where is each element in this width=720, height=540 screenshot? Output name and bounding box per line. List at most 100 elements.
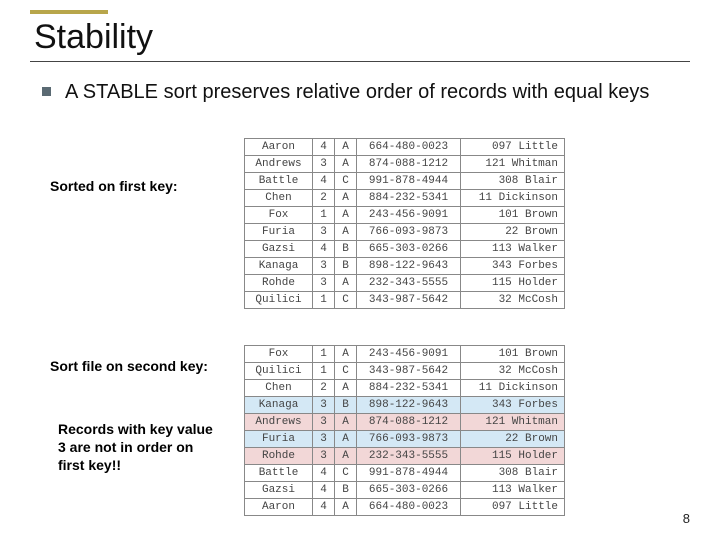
cell-name: Battle — [245, 173, 313, 190]
cell-name: Fox — [245, 207, 313, 224]
cell-name: Furia — [245, 431, 313, 448]
cell-k2: A — [335, 431, 357, 448]
cell-num: 243-456-9091 — [357, 346, 461, 363]
accent-bar — [30, 10, 108, 14]
cell-k2: B — [335, 241, 357, 258]
table-row: Rohde3A232-343-5555115 Holder — [245, 275, 565, 292]
cell-k2: B — [335, 258, 357, 275]
cell-name: Chen — [245, 380, 313, 397]
table-row: Rohde3A232-343-5555115 Holder — [245, 448, 565, 465]
cell-addr: 308 Blair — [461, 173, 565, 190]
label-note: Records with key value 3 are not in orde… — [58, 420, 218, 475]
cell-k1: 1 — [313, 346, 335, 363]
table-row: Battle4C991-878-4944308 Blair — [245, 465, 565, 482]
cell-k1: 4 — [313, 241, 335, 258]
page-number: 8 — [683, 511, 690, 526]
table-row: Andrews3A874-088-1212121 Whitman — [245, 156, 565, 173]
table-row: Battle4C991-878-4944308 Blair — [245, 173, 565, 190]
cell-addr: 101 Brown — [461, 346, 565, 363]
cell-addr: 32 McCosh — [461, 292, 565, 309]
cell-addr: 22 Brown — [461, 431, 565, 448]
cell-k2: C — [335, 465, 357, 482]
table-row: Quilici1C343-987-564232 McCosh — [245, 363, 565, 380]
cell-addr: 343 Forbes — [461, 258, 565, 275]
cell-name: Furia — [245, 224, 313, 241]
cell-addr: 308 Blair — [461, 465, 565, 482]
cell-num: 665-303-0266 — [357, 241, 461, 258]
table-row: Chen2A884-232-534111 Dickinson — [245, 190, 565, 207]
cell-name: Quilici — [245, 363, 313, 380]
cell-k2: C — [335, 173, 357, 190]
cell-num: 343-987-5642 — [357, 363, 461, 380]
cell-k1: 3 — [313, 275, 335, 292]
cell-name: Andrews — [245, 414, 313, 431]
cell-k2: A — [335, 380, 357, 397]
cell-addr: 097 Little — [461, 139, 565, 156]
cell-addr: 113 Walker — [461, 241, 565, 258]
table-row: Gazsi4B665-303-0266113 Walker — [245, 241, 565, 258]
table-row: Kanaga3B898-122-9643343 Forbes — [245, 397, 565, 414]
cell-k2: C — [335, 363, 357, 380]
cell-num: 664-480-0023 — [357, 139, 461, 156]
cell-num: 232-343-5555 — [357, 448, 461, 465]
cell-k2: A — [335, 190, 357, 207]
table-row: Andrews3A874-088-1212121 Whitman — [245, 414, 565, 431]
cell-k1: 1 — [313, 207, 335, 224]
cell-k1: 3 — [313, 397, 335, 414]
cell-name: Kanaga — [245, 258, 313, 275]
table-sorted-first-key: Aaron4A664-480-0023097 LittleAndrews3A87… — [244, 138, 565, 309]
cell-name: Gazsi — [245, 482, 313, 499]
cell-k1: 3 — [313, 448, 335, 465]
cell-addr: 115 Holder — [461, 275, 565, 292]
title-underline — [30, 61, 690, 62]
cell-name: Battle — [245, 465, 313, 482]
cell-k2: A — [335, 156, 357, 173]
cell-addr: 11 Dickinson — [461, 190, 565, 207]
cell-num: 664-480-0023 — [357, 499, 461, 516]
cell-k2: B — [335, 397, 357, 414]
cell-num: 343-987-5642 — [357, 292, 461, 309]
square-bullet-icon — [42, 87, 51, 96]
cell-k1: 1 — [313, 292, 335, 309]
cell-addr: 32 McCosh — [461, 363, 565, 380]
cell-addr: 115 Holder — [461, 448, 565, 465]
cell-num: 874-088-1212 — [357, 156, 461, 173]
cell-k1: 3 — [313, 156, 335, 173]
cell-addr: 121 Whitman — [461, 414, 565, 431]
cell-num: 898-122-9643 — [357, 397, 461, 414]
cell-k1: 2 — [313, 380, 335, 397]
table-row: Furia3A766-093-987322 Brown — [245, 431, 565, 448]
table-row: Fox1A243-456-9091101 Brown — [245, 207, 565, 224]
cell-name: Quilici — [245, 292, 313, 309]
cell-k1: 3 — [313, 414, 335, 431]
cell-num: 766-093-9873 — [357, 224, 461, 241]
cell-name: Aaron — [245, 139, 313, 156]
table-row: Furia3A766-093-987322 Brown — [245, 224, 565, 241]
table-row: Fox1A243-456-9091101 Brown — [245, 346, 565, 363]
cell-k2: A — [335, 414, 357, 431]
cell-name: Fox — [245, 346, 313, 363]
cell-k1: 3 — [313, 431, 335, 448]
cell-name: Kanaga — [245, 397, 313, 414]
cell-addr: 343 Forbes — [461, 397, 565, 414]
table-sorted-second-key: Fox1A243-456-9091101 BrownQuilici1C343-9… — [244, 345, 565, 516]
table-row: Aaron4A664-480-0023097 Little — [245, 499, 565, 516]
cell-name: Rohde — [245, 275, 313, 292]
cell-k2: A — [335, 224, 357, 241]
cell-k2: A — [335, 207, 357, 224]
cell-addr: 11 Dickinson — [461, 380, 565, 397]
cell-num: 884-232-5341 — [357, 190, 461, 207]
cell-addr: 22 Brown — [461, 224, 565, 241]
table-row: Gazsi4B665-303-0266113 Walker — [245, 482, 565, 499]
cell-k1: 1 — [313, 363, 335, 380]
cell-name: Aaron — [245, 499, 313, 516]
cell-num: 232-343-5555 — [357, 275, 461, 292]
cell-num: 898-122-9643 — [357, 258, 461, 275]
cell-addr: 097 Little — [461, 499, 565, 516]
label-sort-second-key: Sort file on second key: — [50, 358, 208, 374]
cell-num: 991-878-4944 — [357, 173, 461, 190]
cell-name: Rohde — [245, 448, 313, 465]
cell-k2: C — [335, 292, 357, 309]
cell-num: 991-878-4944 — [357, 465, 461, 482]
table-row: Chen2A884-232-534111 Dickinson — [245, 380, 565, 397]
